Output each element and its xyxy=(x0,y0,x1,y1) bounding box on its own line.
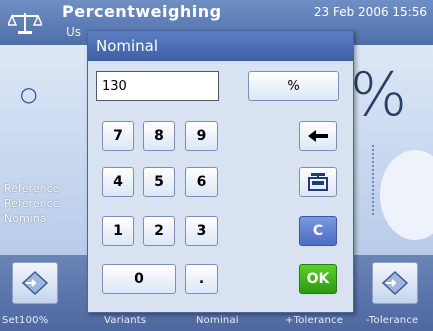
weigh-in-button[interactable] xyxy=(299,167,337,197)
footer-label-minus-tolerance: -Tolerance xyxy=(366,315,419,326)
key-1[interactable]: 1 xyxy=(102,216,134,246)
info-label-nominal: Nominal xyxy=(4,212,50,225)
key-decimal-point[interactable]: . xyxy=(185,264,218,294)
footer-label-set100: Set100% xyxy=(2,315,49,326)
unit-button[interactable]: % xyxy=(248,71,339,101)
key-8[interactable]: 8 xyxy=(143,121,175,151)
key-3[interactable]: 3 xyxy=(185,216,218,246)
backspace-button[interactable] xyxy=(299,121,337,151)
set-tolerance-icon xyxy=(381,270,409,296)
nominal-input-dialog: Nominal 130 % 7 8 9 4 5 6 1 2 3 C 0 . OK xyxy=(87,30,354,313)
backspace-arrow-icon xyxy=(308,130,328,142)
info-label-reference: Reference xyxy=(4,182,60,195)
key-2[interactable]: 2 xyxy=(143,216,175,246)
key-4[interactable]: 4 xyxy=(102,167,134,197)
unit-display: % xyxy=(350,60,408,130)
footer-label-variants: Variants xyxy=(104,315,147,326)
set-tolerance-button[interactable] xyxy=(372,262,418,304)
clear-button[interactable]: C xyxy=(299,216,337,246)
footer-label-plus-tolerance: +Tolerance xyxy=(285,315,344,326)
key-5[interactable]: 5 xyxy=(143,167,175,197)
set-reference-button[interactable] xyxy=(12,262,58,304)
key-0[interactable]: 0 xyxy=(102,264,176,294)
weigh-in-icon xyxy=(308,173,328,191)
key-6[interactable]: 6 xyxy=(185,167,218,197)
ok-button[interactable]: OK xyxy=(299,264,337,294)
balance-scale-icon xyxy=(8,13,42,34)
tolerance-marker xyxy=(372,145,374,215)
value-input[interactable]: 130 xyxy=(96,71,219,101)
set-reference-icon xyxy=(21,270,49,296)
circle-indicator-icon: ○ xyxy=(20,82,38,106)
key-9[interactable]: 9 xyxy=(185,121,218,151)
key-7[interactable]: 7 xyxy=(102,121,134,151)
footer-label-nominal: Nominal xyxy=(196,315,239,326)
app-title: Percentweighing xyxy=(62,2,222,21)
datetime-label: 23 Feb 2006 15:56 xyxy=(313,5,427,19)
info-label-reference-2: Reference xyxy=(4,197,60,210)
dialog-title: Nominal xyxy=(88,31,353,61)
user-label: Us xyxy=(66,25,82,39)
